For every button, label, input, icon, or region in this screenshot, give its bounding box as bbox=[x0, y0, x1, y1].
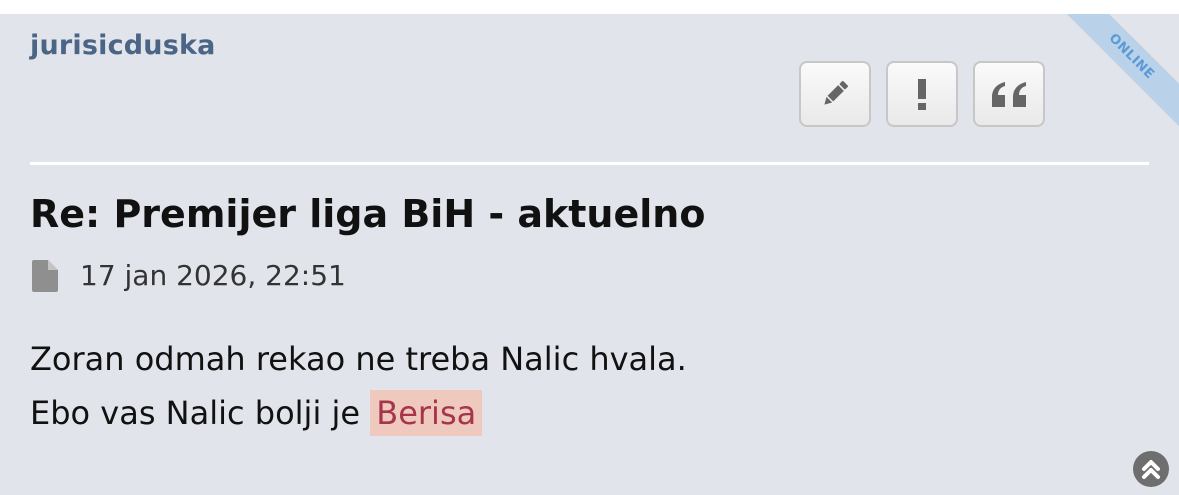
chevron-up-icon bbox=[1142, 460, 1160, 479]
post-meta: 17 jan 2026, 22:51 bbox=[32, 259, 346, 292]
post-author[interactable]: jurisicduska bbox=[30, 30, 216, 61]
content-line-1: Zoran odmah rekao ne treba Nalic hvala. bbox=[30, 340, 687, 378]
content-line-2-text: Ebo vas Nalic bolji je bbox=[30, 394, 371, 432]
exclamation-icon bbox=[918, 79, 926, 110]
highlighted-text: Berisa bbox=[370, 390, 483, 436]
post-container: jurisicduska ONLINE Re: Premijer liga Bi… bbox=[0, 14, 1179, 495]
post-divider bbox=[30, 162, 1149, 165]
online-status-label: ONLINE bbox=[1049, 14, 1179, 144]
post-title[interactable]: Re: Premijer liga BiH - aktuelno bbox=[30, 193, 705, 236]
top-bar bbox=[0, 0, 1179, 4]
post-content: Zoran odmah rekao ne treba Nalic hvala. … bbox=[30, 332, 687, 440]
edit-post-button[interactable] bbox=[799, 61, 871, 127]
quote-post-button[interactable] bbox=[973, 61, 1045, 127]
content-line-2: Ebo vas Nalic bolji je Berisa bbox=[30, 386, 687, 440]
scroll-to-top-button[interactable] bbox=[1133, 451, 1169, 487]
online-ribbon: ONLINE bbox=[1049, 14, 1179, 144]
report-post-button[interactable] bbox=[886, 61, 958, 127]
pencil-icon bbox=[824, 80, 849, 105]
post-date: 17 jan 2026, 22:51 bbox=[80, 259, 346, 292]
quote-icon bbox=[992, 82, 1026, 107]
file-icon bbox=[32, 259, 58, 292]
